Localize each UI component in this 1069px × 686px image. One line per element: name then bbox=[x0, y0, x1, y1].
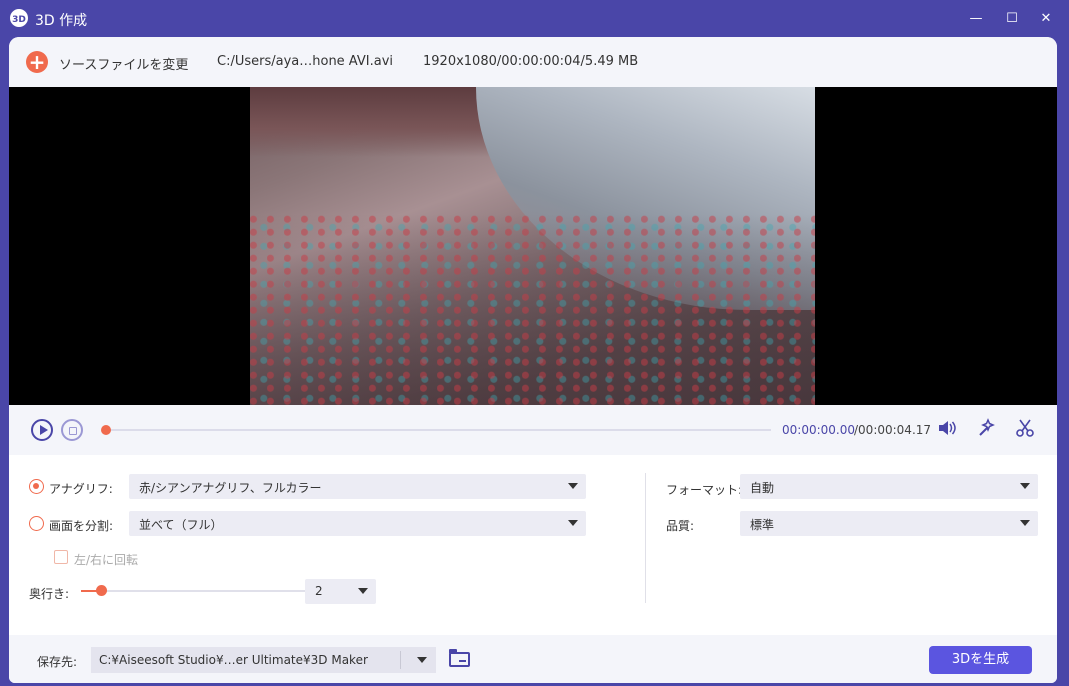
depth-label: 奥行き: bbox=[29, 587, 70, 601]
app-window: 3D 3D 作成 — ☐ ✕ + ソースファイルを変更 C:/Users/aya… bbox=[0, 0, 1069, 686]
save-location-separator bbox=[400, 651, 401, 669]
seek-bar[interactable] bbox=[105, 429, 771, 431]
stop-icon[interactable] bbox=[61, 419, 83, 441]
minimize-button[interactable]: — bbox=[963, 6, 989, 32]
split-screen-select[interactable]: 並べて（フル） bbox=[129, 511, 586, 536]
anaglyph-select-value: 赤/シアンアナグリフ、フルカラー bbox=[139, 481, 322, 495]
app-logo-icon: 3D bbox=[10, 9, 28, 27]
split-screen-label: 画面を分割: bbox=[49, 519, 114, 533]
video-frame bbox=[250, 87, 815, 405]
settings-divider bbox=[645, 473, 646, 603]
anaglyph-select[interactable]: 赤/シアンアナグリフ、フルカラー bbox=[129, 474, 586, 499]
quality-label: 品質: bbox=[666, 519, 695, 533]
format-select[interactable]: 自動 bbox=[740, 474, 1038, 499]
effect-icon[interactable] bbox=[976, 418, 998, 440]
generate-3d-button[interactable]: 3Dを生成 bbox=[929, 646, 1032, 674]
add-icon[interactable]: + bbox=[26, 51, 48, 73]
cut-icon[interactable] bbox=[1015, 418, 1037, 440]
folder-icon[interactable] bbox=[449, 649, 470, 667]
window-title: 3D 作成 bbox=[35, 13, 88, 29]
main-panel: + ソースファイルを変更 C:/Users/aya…hone AVI.avi 1… bbox=[9, 37, 1057, 683]
save-location-label: 保存先: bbox=[37, 655, 78, 669]
chevron-down-icon bbox=[568, 520, 578, 526]
output-bar: 保存先: C:¥Aiseesoft Studio¥…er Ultimate¥3D… bbox=[9, 635, 1057, 683]
video-preview bbox=[9, 87, 1057, 405]
depth-slider-track[interactable] bbox=[81, 590, 305, 592]
split-screen-select-value: 並べて（フル） bbox=[139, 518, 223, 532]
swap-lr-checkbox[interactable] bbox=[54, 550, 68, 564]
current-time: 00:00:00.00 bbox=[782, 423, 855, 437]
title-bar: 3D 3D 作成 — ☐ ✕ bbox=[0, 0, 1069, 38]
video-beach bbox=[250, 214, 815, 405]
seek-handle[interactable] bbox=[101, 425, 111, 435]
quality-select[interactable]: 標準 bbox=[740, 511, 1038, 536]
chevron-down-icon[interactable] bbox=[417, 657, 427, 663]
settings-panel: アナグリフ: 赤/シアンアナグリフ、フルカラー 画面を分割: 並べて（フル） 左… bbox=[9, 455, 1057, 635]
save-location-select[interactable]: C:¥Aiseesoft Studio¥…er Ultimate¥3D Make… bbox=[91, 647, 436, 673]
chevron-down-icon bbox=[568, 483, 578, 489]
source-file-path: C:/Users/aya…hone AVI.avi bbox=[217, 54, 394, 69]
volume-icon[interactable] bbox=[937, 419, 959, 439]
save-location-value: C:¥Aiseesoft Studio¥…er Ultimate¥3D Make… bbox=[99, 653, 368, 667]
depth-select[interactable]: 2 bbox=[305, 579, 376, 604]
source-bar: + ソースファイルを変更 C:/Users/aya…hone AVI.avi 1… bbox=[9, 37, 1057, 87]
change-source-button[interactable]: ソースファイルを変更 bbox=[59, 54, 188, 73]
depth-slider-handle[interactable] bbox=[96, 585, 107, 596]
source-file-info: 1920x1080/00:00:00:04/5.49 MB bbox=[423, 54, 639, 69]
chevron-down-icon bbox=[1020, 520, 1030, 526]
format-select-value: 自動 bbox=[750, 481, 775, 495]
chevron-down-icon bbox=[1020, 483, 1030, 489]
chevron-down-icon bbox=[358, 588, 368, 594]
play-icon[interactable] bbox=[31, 419, 53, 441]
swap-lr-label: 左/右に回転 bbox=[74, 553, 139, 567]
total-time: /00:00:04.17 bbox=[854, 423, 932, 437]
maximize-button[interactable]: ☐ bbox=[999, 6, 1025, 32]
playback-controls: 00:00:00.00 /00:00:04.17 bbox=[9, 405, 1057, 455]
quality-select-value: 標準 bbox=[750, 518, 775, 532]
anaglyph-radio[interactable] bbox=[29, 479, 44, 494]
format-label: フォーマット: bbox=[666, 483, 743, 497]
depth-select-value: 2 bbox=[315, 584, 323, 598]
close-button[interactable]: ✕ bbox=[1033, 6, 1059, 32]
anaglyph-label: アナグリフ: bbox=[49, 482, 113, 496]
split-screen-radio[interactable] bbox=[29, 516, 44, 531]
